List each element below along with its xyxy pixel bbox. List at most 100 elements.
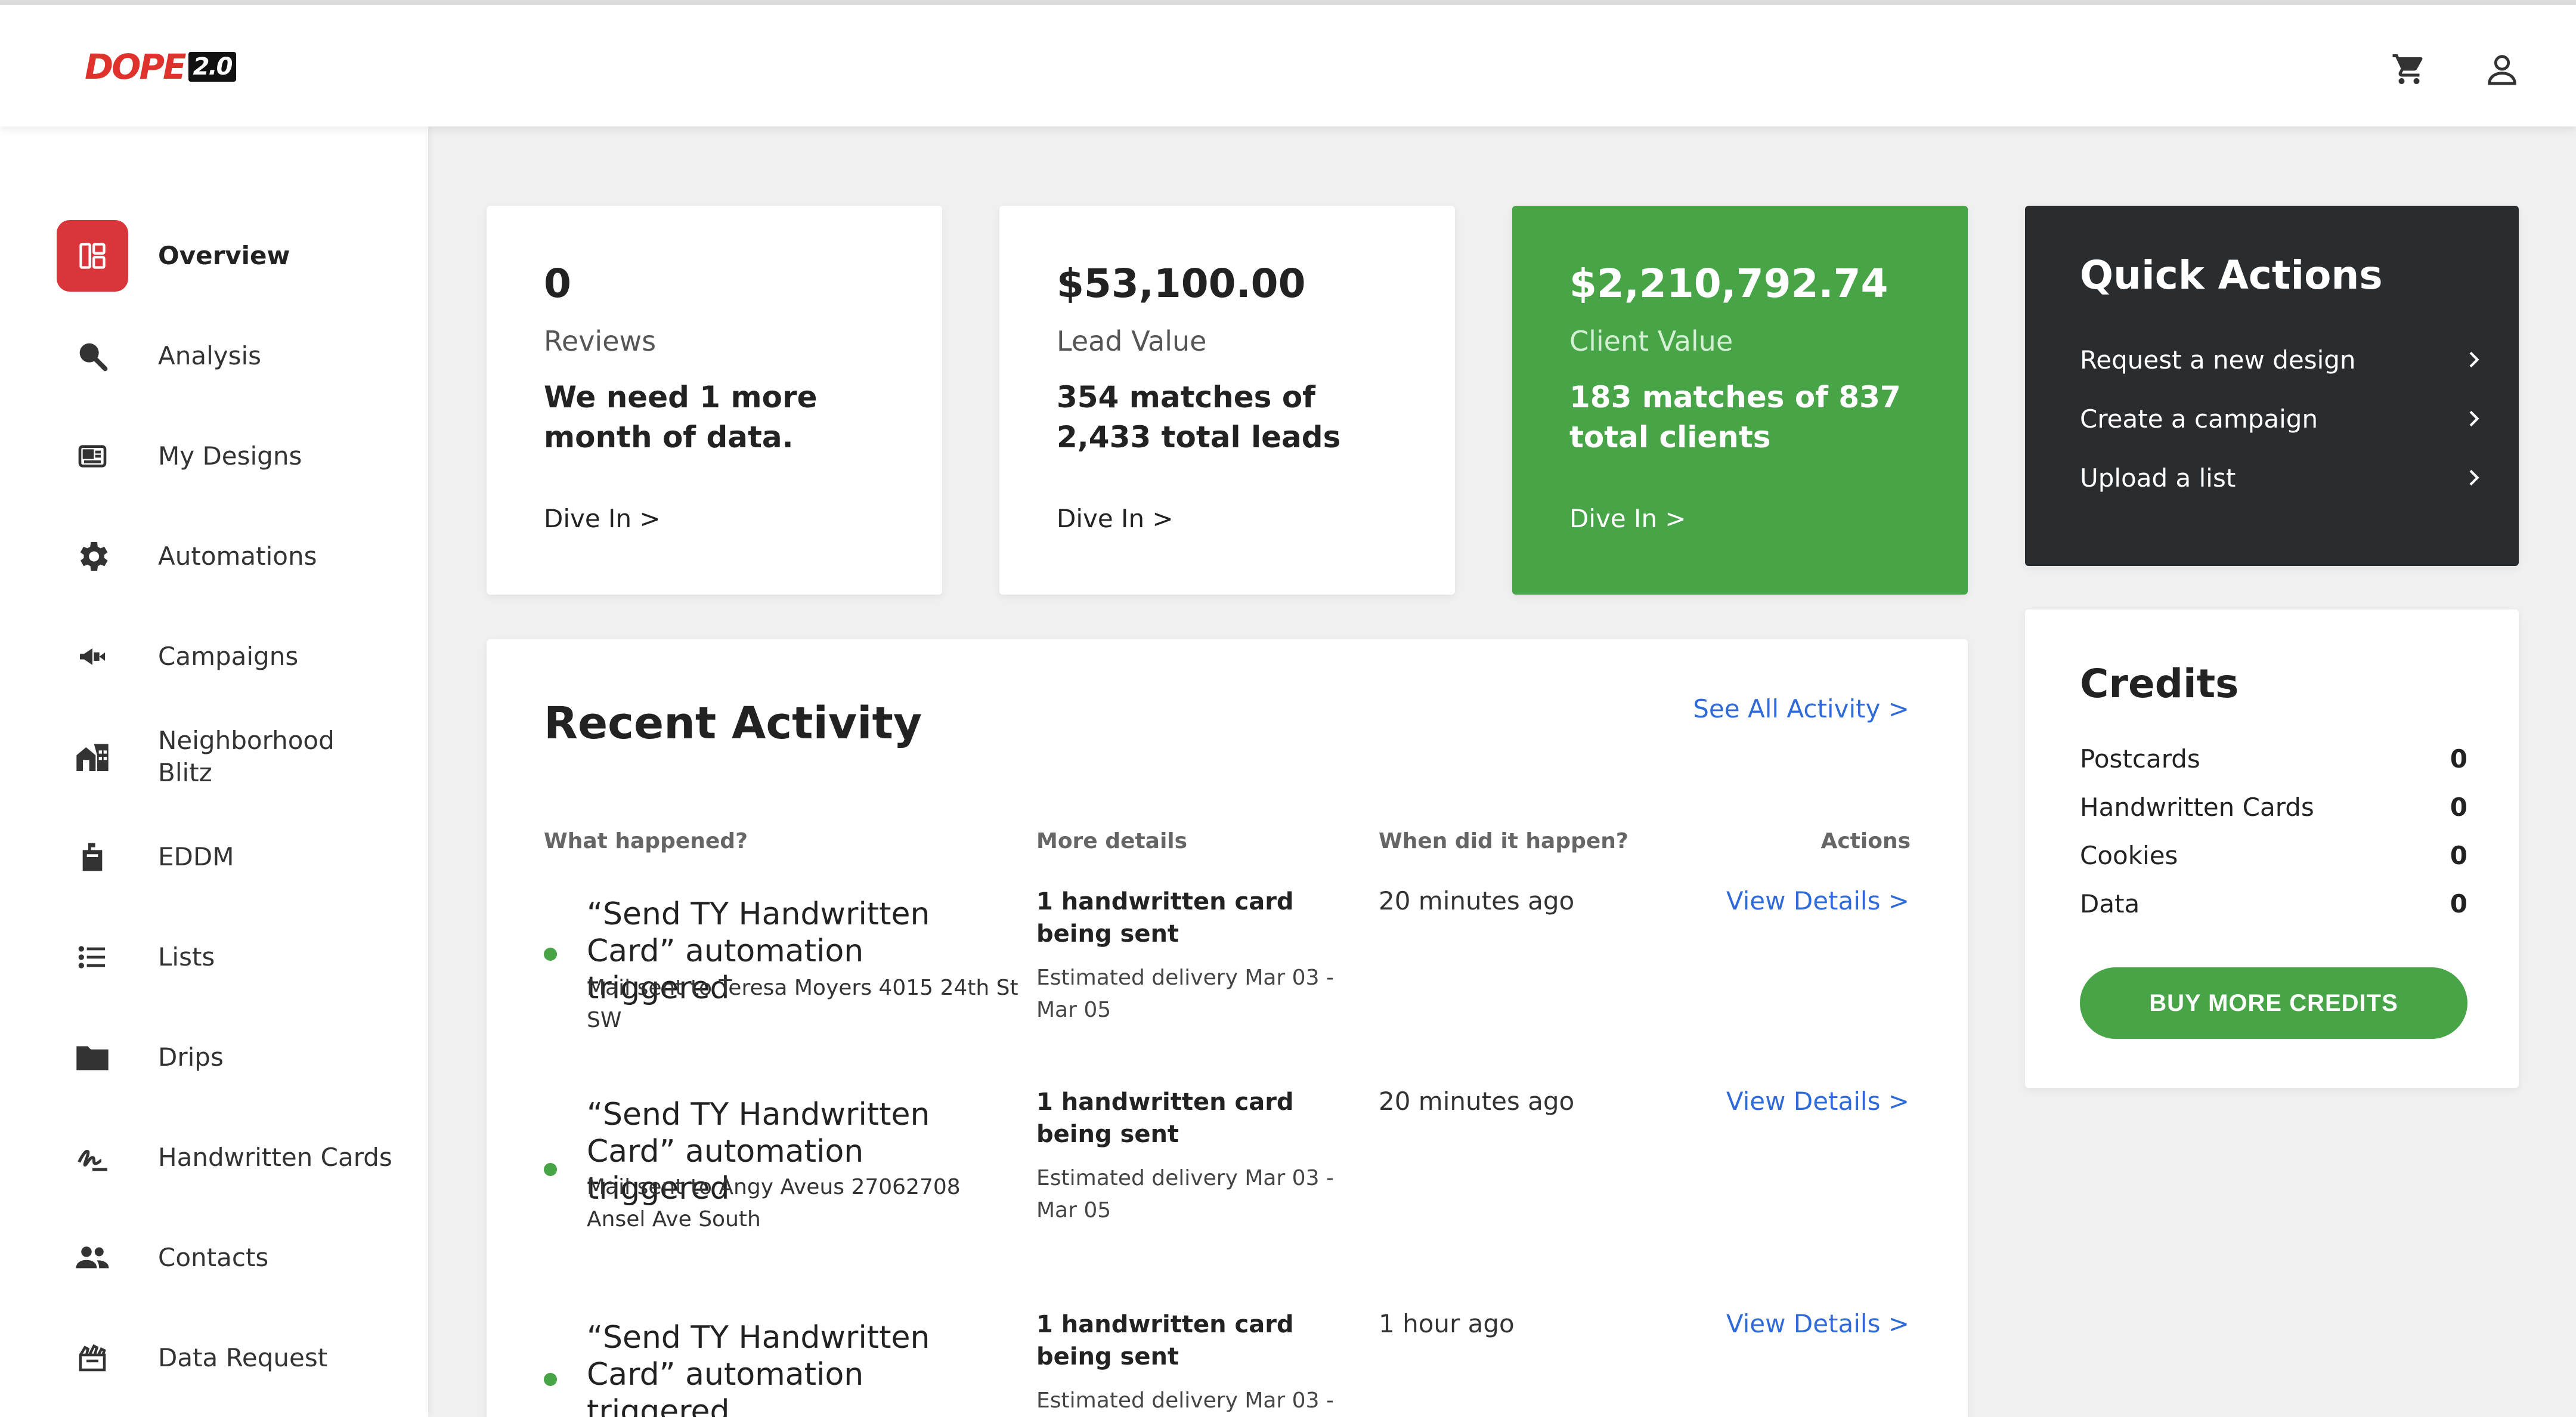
- status-dot: [544, 948, 557, 961]
- sidebar-item-label: Analysis: [158, 341, 262, 370]
- activity-delivery: Estimated delivery Mar 03 - Mar 05: [1036, 966, 1334, 1022]
- activity-subtitle: Mail sent to Teresa Moyers 4015 24th St …: [587, 976, 1018, 1032]
- quick-actions-title: Quick Actions: [2080, 252, 2383, 298]
- sidebar-item-analysis[interactable]: Analysis: [57, 320, 414, 392]
- activity-time: 20 minutes ago: [1379, 1087, 1575, 1116]
- design-card-icon: [57, 420, 128, 492]
- people-icon: [57, 1222, 128, 1294]
- neighborhood-icon: [57, 721, 128, 793]
- gear-icon: [57, 521, 128, 592]
- sidebar-item-label: Data Request: [158, 1343, 328, 1372]
- client-value-card: $2,210,792.74 Client Value 183 matches o…: [1512, 206, 1968, 595]
- credit-name: Postcards: [2080, 744, 2200, 774]
- credit-row: Cookies 0: [2080, 837, 2467, 873]
- sidebar-item-label: EDDM: [158, 842, 234, 871]
- sidebar-item-label: Lists: [158, 942, 215, 972]
- credit-value: 0: [2450, 840, 2467, 870]
- user-icon[interactable]: [2481, 48, 2524, 91]
- sidebar-item-eddm[interactable]: EDDM: [57, 821, 414, 893]
- view-details-link[interactable]: View Details >: [1726, 1087, 1909, 1116]
- sidebar-item-automations[interactable]: Automations: [57, 521, 414, 592]
- sidebar-item-label: Neighborhood Blitz: [158, 726, 335, 787]
- sidebar-item-data-request[interactable]: Data Request: [57, 1322, 414, 1394]
- activity-time: 20 minutes ago: [1379, 886, 1575, 915]
- column-header-what: What happened?: [544, 829, 748, 853]
- dive-in-link[interactable]: Dive In >: [1569, 504, 1686, 533]
- quick-action-label: Upload a list: [2080, 463, 2236, 493]
- column-header-details: More details: [1036, 829, 1188, 853]
- stat-description: We need 1 more month of data.: [544, 380, 818, 454]
- dive-in-link[interactable]: Dive In >: [1057, 504, 1174, 533]
- sidebar-item-label: Campaigns: [158, 642, 299, 671]
- activity-delivery: Estimated delivery Mar 03 - Mar: [1036, 1388, 1334, 1413]
- top-border: [0, 0, 2576, 5]
- credit-row: Postcards 0: [2080, 741, 2467, 776]
- sidebar: Overview Analysis My Designs Automations…: [0, 126, 428, 1417]
- chevron-right-icon: [2469, 469, 2479, 486]
- activity-detail: 1 handwritten card being sent: [1036, 1088, 1294, 1148]
- signature-icon: [57, 1122, 128, 1193]
- activity-time: 1 hour ago: [1379, 1309, 1515, 1338]
- credit-name: Handwritten Cards: [2080, 792, 2314, 822]
- credit-value: 0: [2450, 792, 2467, 822]
- logo-text: DOPE: [85, 47, 187, 87]
- sidebar-item-label: Automations: [158, 542, 317, 571]
- column-header-when: When did it happen?: [1379, 829, 1628, 853]
- reviews-card: 0 Reviews We need 1 more month of data. …: [487, 206, 942, 595]
- sidebar-item-contacts[interactable]: Contacts: [57, 1222, 414, 1294]
- quick-action-create-campaign[interactable]: Create a campaign: [2080, 395, 2485, 443]
- status-dot: [544, 1163, 557, 1176]
- stat-value: 0: [544, 261, 571, 307]
- quick-action-label: Create a campaign: [2080, 404, 2318, 434]
- activity-subtitle: Mail sent to Angy Aveus 27062708 Ansel A…: [587, 1175, 961, 1232]
- sidebar-item-label: Handwritten Cards: [158, 1143, 392, 1172]
- mailbox-icon: [57, 821, 128, 893]
- sidebar-item-lists[interactable]: Lists: [57, 921, 414, 993]
- logo-version: 2.0: [188, 52, 237, 82]
- credit-value: 0: [2450, 889, 2467, 918]
- stat-description: 354 matches of 2,433 total leads: [1057, 380, 1341, 454]
- sidebar-item-overview[interactable]: Overview: [57, 220, 414, 292]
- credit-row: Handwritten Cards 0: [2080, 789, 2467, 825]
- activity-delivery: Estimated delivery Mar 03 - Mar 05: [1036, 1166, 1334, 1223]
- column-header-actions: Actions: [1820, 829, 1911, 853]
- stat-label: Reviews: [544, 325, 657, 357]
- activity-detail: 1 handwritten card being sent: [1036, 1311, 1294, 1370]
- quick-actions-panel: Quick Actions Request a new design Creat…: [2025, 206, 2519, 566]
- cart-icon[interactable]: [2388, 48, 2431, 91]
- credit-value: 0: [2450, 744, 2467, 774]
- dope-logo[interactable]: DOPE 2.0: [85, 47, 237, 87]
- sidebar-item-handwritten-cards[interactable]: Handwritten Cards: [57, 1122, 414, 1193]
- activity-detail: 1 handwritten card being sent: [1036, 888, 1294, 948]
- sidebar-item-campaigns[interactable]: Campaigns: [57, 621, 414, 692]
- view-details-link[interactable]: View Details >: [1726, 886, 1909, 915]
- credit-row: Data 0: [2080, 886, 2467, 921]
- buy-more-credits-button[interactable]: BUY MORE CREDITS: [2080, 967, 2467, 1039]
- recent-activity-panel: Recent Activity See All Activity > What …: [487, 639, 1968, 1417]
- sidebar-item-label: Contacts: [158, 1243, 269, 1272]
- stat-value: $53,100.00: [1057, 261, 1306, 307]
- sidebar-item-neighborhood-blitz[interactable]: Neighborhood Blitz: [57, 721, 414, 793]
- top-header: DOPE 2.0: [0, 5, 2576, 126]
- sidebar-item-drips[interactable]: Drips: [57, 1022, 414, 1093]
- stat-label: Client Value: [1569, 325, 1733, 357]
- quick-action-upload-list[interactable]: Upload a list: [2080, 454, 2485, 502]
- sidebar-item-my-designs[interactable]: My Designs: [57, 420, 414, 492]
- status-dot: [544, 1373, 557, 1386]
- credit-name: Cookies: [2080, 840, 2178, 870]
- chevron-right-icon: [2469, 351, 2479, 368]
- stat-label: Lead Value: [1057, 325, 1207, 357]
- megaphone-icon: [57, 621, 128, 692]
- credit-name: Data: [2080, 889, 2140, 918]
- recent-activity-title: Recent Activity: [544, 698, 922, 749]
- view-details-link[interactable]: View Details >: [1726, 1309, 1909, 1338]
- credits-panel: Credits Postcards 0 Handwritten Cards 0 …: [2025, 610, 2519, 1088]
- data-request-icon: [57, 1322, 128, 1394]
- list-icon: [57, 921, 128, 993]
- see-all-activity-link[interactable]: See All Activity >: [1693, 694, 1909, 723]
- chevron-right-icon: [2469, 410, 2479, 427]
- dive-in-link[interactable]: Dive In >: [544, 504, 661, 533]
- lead-value-card: $53,100.00 Lead Value 354 matches of 2,4…: [999, 206, 1455, 595]
- quick-action-request-design[interactable]: Request a new design: [2080, 336, 2485, 383]
- credits-title: Credits: [2080, 661, 2239, 707]
